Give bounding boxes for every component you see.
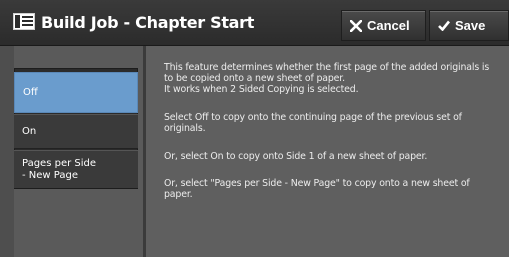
option-pages-per-side-new-page[interactable]: Pages per Side - New Page <box>14 150 138 188</box>
save-button[interactable]: Save <box>429 10 509 41</box>
description-paragraph-3: Or, select On to copy onto Side 1 of a n… <box>164 151 428 162</box>
cancel-label: Cancel <box>367 18 410 33</box>
description-paragraph-4: Or, select "Pages per Side - New Page" t… <box>164 178 470 200</box>
option-off-label: Off <box>23 86 38 98</box>
document-list-icon <box>13 13 35 30</box>
description-paragraph-1: This feature determines whether the firs… <box>164 62 490 95</box>
checkmark-icon <box>438 20 450 31</box>
option-on-label: On <box>22 125 37 137</box>
cancel-button[interactable]: Cancel <box>341 10 426 41</box>
title-bar: Build Job - Chapter Start Cancel Save <box>0 0 509 46</box>
page-title: Build Job - Chapter Start <box>41 13 255 32</box>
options-panel-rim <box>0 46 14 257</box>
close-icon <box>350 19 362 32</box>
option-pages-per-side-label: Pages per Side - New Page <box>22 157 97 181</box>
save-label: Save <box>455 18 486 33</box>
option-off[interactable]: Off <box>14 72 138 113</box>
option-on[interactable]: On <box>14 114 138 149</box>
description-paragraph-2: Select Off to copy onto the continuing p… <box>164 112 462 134</box>
